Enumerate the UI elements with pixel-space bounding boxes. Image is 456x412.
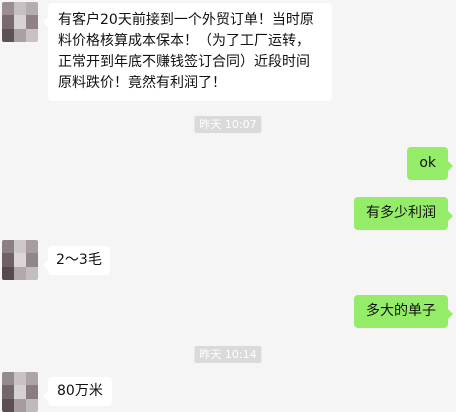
timestamp: 昨天 10:14 bbox=[194, 346, 262, 363]
incoming-message-bubble[interactable]: 有客户20天前接到一个外贸订单！当时原料价格核算成本保本！（为了工厂运转，正常开… bbox=[43, 3, 332, 101]
contact-avatar[interactable] bbox=[2, 2, 38, 42]
contact-avatar[interactable] bbox=[2, 372, 38, 412]
outgoing-message-bubble[interactable]: ok bbox=[407, 147, 453, 180]
message-text: 多大的单子 bbox=[366, 303, 436, 319]
message-text: 有多少利润 bbox=[366, 205, 436, 221]
timestamp: 昨天 10:07 bbox=[194, 116, 262, 133]
contact-avatar[interactable] bbox=[2, 240, 38, 280]
chat-window: 有客户20天前接到一个外贸订单！当时原料价格核算成本保本！（为了工厂运转，正常开… bbox=[0, 0, 456, 412]
incoming-message-bubble[interactable]: 80万米 bbox=[43, 377, 112, 406]
message-text: ok bbox=[419, 155, 436, 171]
outgoing-message-bubble[interactable]: 有多少利润 bbox=[354, 197, 453, 230]
incoming-message-bubble[interactable]: 2～3毛 bbox=[43, 246, 110, 275]
message-text: 2～3毛 bbox=[56, 252, 102, 268]
outgoing-message-bubble[interactable]: 多大的单子 bbox=[354, 295, 453, 328]
message-text: 有客户20天前接到一个外贸订单！当时原料价格核算成本保本！（为了工厂运转，正常开… bbox=[58, 12, 314, 91]
message-text: 80万米 bbox=[57, 383, 103, 399]
